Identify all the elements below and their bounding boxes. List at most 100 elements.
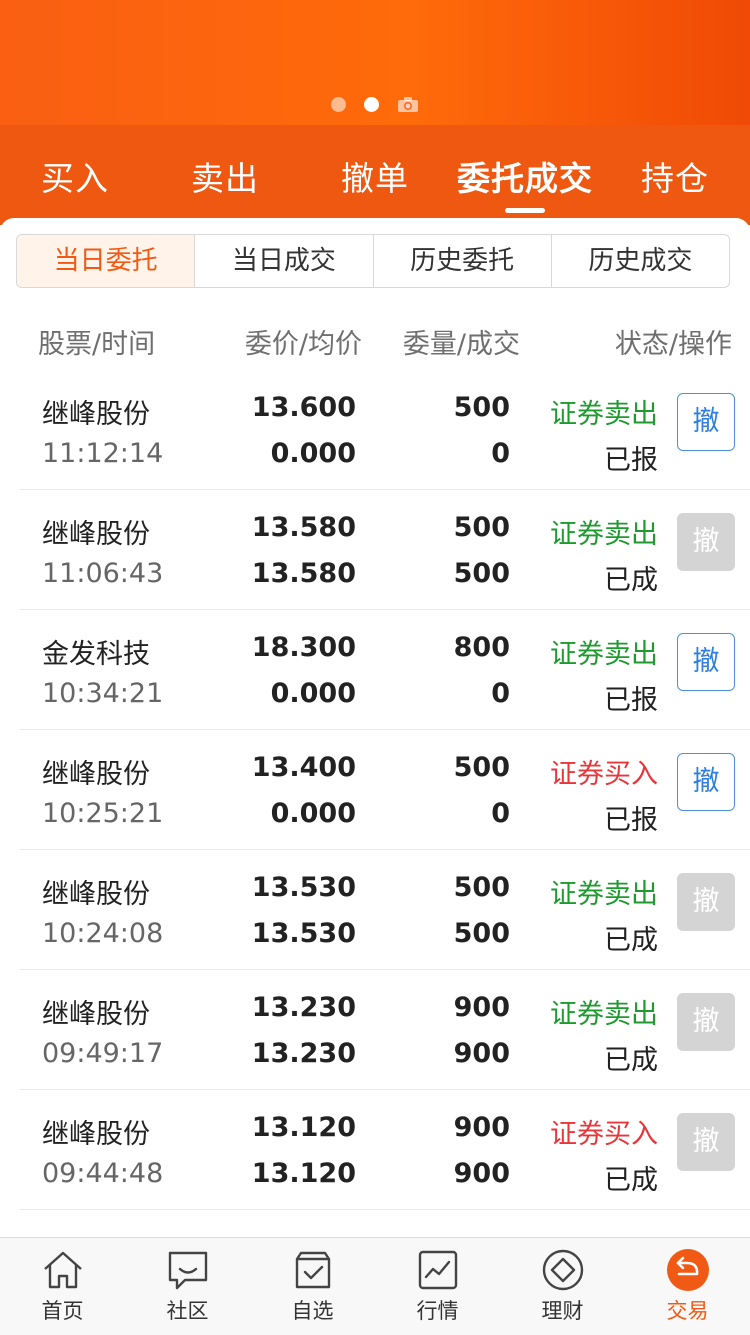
- carousel-indicator: [0, 96, 750, 113]
- order-action: 证券卖出: [550, 519, 658, 550]
- stock-name: 金发科技: [42, 639, 150, 670]
- filled-qty: 0: [491, 678, 510, 709]
- cancel-order-button[interactable]: 撤: [677, 513, 735, 571]
- order-qty: 800: [453, 632, 510, 663]
- wealth-icon: [542, 1249, 583, 1291]
- chat-icon: [168, 1251, 207, 1290]
- stock-name: 继峰股份: [42, 759, 150, 790]
- row-divider: [20, 1209, 750, 1210]
- segment-today-orders[interactable]: 当日委托: [17, 235, 196, 287]
- order-price: 13.120: [251, 1112, 356, 1143]
- order-qty: 500: [453, 872, 510, 903]
- cancel-order-button[interactable]: 撤: [677, 1113, 735, 1171]
- camera-icon: [398, 97, 418, 112]
- segment-today-trades[interactable]: 当日成交: [195, 235, 374, 287]
- cancel-order-button[interactable]: 撤: [677, 993, 735, 1051]
- stock-name: 继峰股份: [42, 999, 150, 1030]
- order-action: 证券卖出: [550, 999, 658, 1030]
- carousel-dot-active[interactable]: [364, 97, 379, 112]
- avg-price: 13.530: [251, 918, 356, 949]
- filled-qty: 900: [453, 1038, 510, 1069]
- order-action: 证券卖出: [550, 639, 658, 670]
- nav-watchlist[interactable]: 自选: [250, 1238, 375, 1335]
- order-price: 13.400: [251, 752, 356, 783]
- order-action: 证券卖出: [550, 879, 658, 910]
- column-header-qty: 委量/成交: [402, 329, 520, 360]
- order-action: 证券卖出: [550, 399, 658, 430]
- order-time: 11:12:14: [42, 438, 164, 469]
- nav-home[interactable]: 首页: [0, 1238, 125, 1335]
- column-header-stock-time: 股票/时间: [38, 329, 156, 360]
- table-row[interactable]: 继峰股份 11:06:43 13.580 13.580 500 500 证券卖出 已成撤: [0, 490, 750, 610]
- carousel-dot[interactable]: [331, 97, 346, 112]
- table-row[interactable]: 继峰股份 09:44:48 13.120 13.120 900 900 证券买入已成撤: [0, 1090, 750, 1210]
- order-status: 已成: [604, 925, 658, 956]
- nav-market[interactable]: 行情: [375, 1238, 500, 1335]
- tab-positions[interactable]: 持仓: [600, 152, 750, 200]
- cancel-order-button[interactable]: 撤: [677, 633, 735, 691]
- tab-cancel-order[interactable]: 撤单: [300, 152, 450, 200]
- order-time: 10:25:21: [42, 798, 164, 829]
- order-status: 已成: [604, 1045, 658, 1076]
- order-action: 证券买入: [550, 759, 658, 790]
- order-action: 证券买入: [550, 1119, 658, 1150]
- order-price: 13.600: [251, 392, 356, 423]
- nav-community-label: 社区: [166, 1299, 209, 1323]
- trade-tabs: 买入 卖出 撤单 委托成交 持仓: [0, 125, 750, 225]
- banner[interactable]: [0, 0, 750, 130]
- order-status: 已成: [604, 1165, 658, 1196]
- cancel-order-button[interactable]: 撤: [677, 873, 735, 931]
- tab-sell[interactable]: 卖出: [150, 152, 300, 200]
- order-price: 18.300: [251, 632, 356, 663]
- nav-wealth[interactable]: 理财: [500, 1238, 625, 1335]
- table-row[interactable]: 金发科技 10:34:21 18.300 0.000 800 0 证券卖出 已报撤: [0, 610, 750, 730]
- active-tab-indicator: [505, 208, 545, 213]
- filled-qty: 0: [491, 798, 510, 829]
- order-time: 11:06:43: [42, 558, 164, 589]
- nav-community[interactable]: 社区: [125, 1238, 250, 1335]
- stock-name: 继峰股份: [42, 1119, 150, 1150]
- nav-trade[interactable]: 交易: [625, 1238, 750, 1335]
- avg-price: 0.000: [270, 678, 356, 709]
- order-qty: 500: [453, 512, 510, 543]
- avg-price: 13.580: [251, 558, 356, 589]
- table-row[interactable]: 继峰股份 11:12:14 13.600 0.000 500 0 证券卖出 已报撤: [0, 370, 750, 490]
- order-price: 13.230: [251, 992, 356, 1023]
- bottom-nav: 首页 社区 自选 行情 理财 交易: [0, 1237, 750, 1335]
- avg-price: 13.120: [251, 1158, 356, 1189]
- order-status: 已报: [604, 685, 658, 716]
- avg-price: 0.000: [270, 798, 356, 829]
- cancel-order-button[interactable]: 撤: [677, 753, 735, 811]
- order-status: 已成: [604, 565, 658, 596]
- stock-name: 继峰股份: [42, 879, 150, 910]
- filled-qty: 900: [453, 1158, 510, 1189]
- orders-panel: 当日委托 当日成交 历史委托 历史成交 股票/时间 委价/均价 委量/成交 状态…: [0, 218, 750, 1238]
- avg-price: 0.000: [270, 438, 356, 469]
- table-row[interactable]: 继峰股份 09:49:17 13.230 13.230 900 900 证券卖出 已成撤: [0, 970, 750, 1090]
- stock-name: 继峰股份: [42, 519, 150, 550]
- segment-history-trades[interactable]: 历史成交: [552, 235, 729, 287]
- nav-market-label: 行情: [416, 1299, 459, 1323]
- table-row[interactable]: 继峰股份 10:25:21 13.400 0.000 500 0 证券买入 已报撤: [0, 730, 750, 850]
- nav-home-label: 首页: [41, 1299, 84, 1323]
- home-icon: [43, 1251, 82, 1289]
- tab-orders-trades[interactable]: 委托成交: [450, 152, 600, 200]
- column-header-price: 委价/均价: [244, 329, 362, 360]
- order-time: 09:44:48: [42, 1158, 164, 1189]
- cancel-order-button[interactable]: 撤: [677, 393, 735, 451]
- nav-wealth-label: 理财: [541, 1299, 584, 1323]
- avg-price: 13.230: [251, 1038, 356, 1069]
- filled-qty: 0: [491, 438, 510, 469]
- segment-history-orders[interactable]: 历史委托: [374, 235, 552, 287]
- order-qty: 500: [453, 392, 510, 423]
- order-price: 13.580: [251, 512, 356, 543]
- tab-buy[interactable]: 买入: [0, 152, 150, 200]
- order-qty: 900: [453, 1112, 510, 1143]
- nav-watchlist-label: 自选: [291, 1299, 334, 1323]
- segmented-control: 当日委托 当日成交 历史委托 历史成交: [16, 234, 730, 288]
- nav-trade-label: 交易: [666, 1299, 709, 1323]
- table-row[interactable]: 继峰股份 10:24:08 13.530 13.530 500 500 证券卖出 已成撤: [0, 850, 750, 970]
- filled-qty: 500: [453, 918, 510, 949]
- order-time: 10:24:08: [42, 918, 164, 949]
- table-header: 股票/时间 委价/均价 委量/成交 状态/操作: [0, 322, 750, 362]
